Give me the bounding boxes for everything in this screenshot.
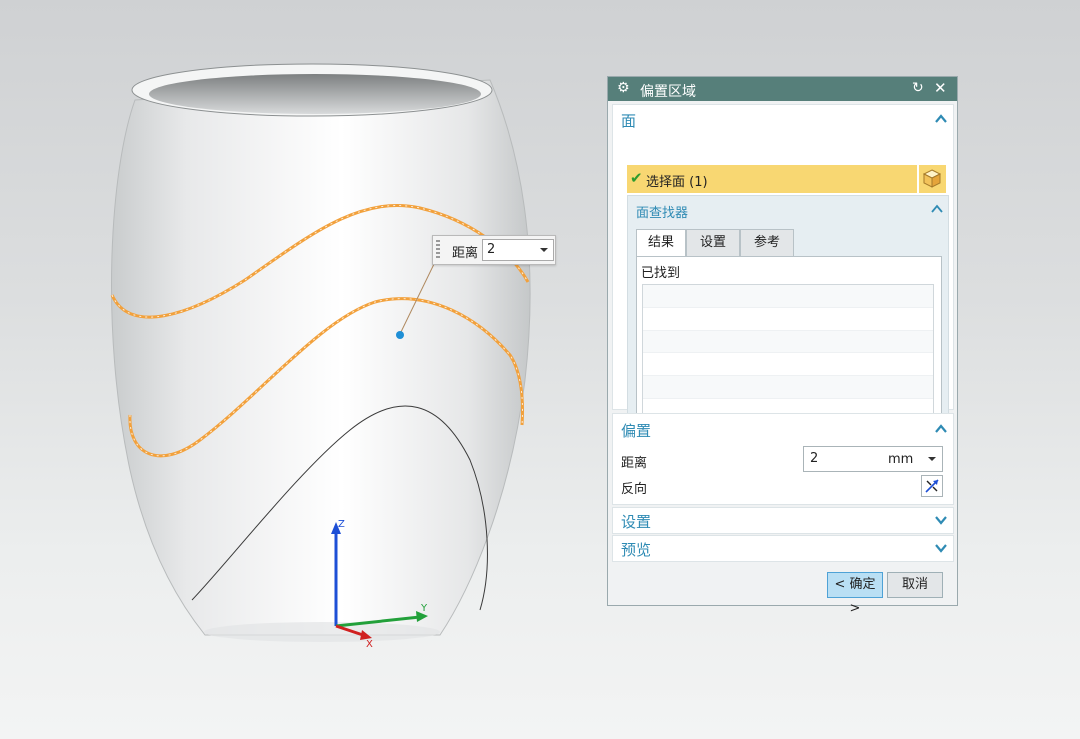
reset-icon[interactable]: ↻: [912, 80, 924, 96]
face-selector-button[interactable]: [919, 165, 946, 193]
offset-region-dialog: ⚙ 偏置区域 ↻ ✕ 面 ✔ 选择面 (1) 面查找器 结果 设置 参考 已找到: [607, 76, 958, 616]
distance-field[interactable]: 2 mm: [803, 446, 943, 472]
distance-value: 2: [810, 451, 819, 466]
distance-label: 距离: [621, 456, 648, 471]
triad-z-label: Z: [338, 519, 345, 530]
distance-unit: mm: [888, 452, 914, 467]
gear-icon[interactable]: ⚙: [617, 80, 630, 96]
preview-section-title: 预览: [621, 541, 652, 559]
chevron-up-icon[interactable]: [935, 113, 947, 125]
chevron-down-icon[interactable]: [935, 514, 947, 526]
floating-distance-label: 距离: [452, 246, 479, 261]
triad-x-label: X: [366, 639, 373, 650]
ok-button[interactable]: < 确定 >: [827, 572, 883, 616]
dialog-title: 偏置区域: [640, 84, 696, 100]
offset-handle[interactable]: [396, 331, 404, 339]
found-faces-list[interactable]: [642, 284, 934, 422]
dialog-titlebar[interactable]: ⚙ 偏置区域 ↻ ✕: [608, 77, 957, 101]
chevron-down-icon[interactable]: [540, 248, 548, 252]
select-face-label: 选择面 (1): [646, 175, 708, 190]
triad-y-label: Y: [420, 603, 428, 614]
select-face-row[interactable]: ✔ 选择面 (1): [627, 165, 917, 193]
drag-grip-icon[interactable]: [436, 240, 440, 260]
chevron-down-icon[interactable]: [935, 542, 947, 554]
chevron-up-icon[interactable]: [935, 423, 947, 435]
results-tab-panel: 已找到: [636, 256, 942, 422]
preview-section[interactable]: 预览: [612, 535, 954, 562]
vase-model[interactable]: [110, 63, 531, 642]
face-finder-group: 面查找器 结果 设置 参考 已找到: [627, 195, 949, 430]
settings-section[interactable]: 设置: [612, 507, 954, 534]
cube-icon: [922, 169, 942, 188]
check-icon: ✔: [630, 169, 643, 187]
settings-section-title: 设置: [621, 513, 652, 531]
chevron-down-icon[interactable]: [928, 457, 936, 461]
floating-distance-field[interactable]: 2: [482, 239, 554, 261]
cancel-button[interactable]: 取消: [887, 572, 943, 598]
tab-settings[interactable]: 设置: [686, 229, 740, 257]
tab-reference[interactable]: 参考: [740, 229, 794, 257]
reverse-direction-button[interactable]: [921, 475, 943, 497]
face-section: 面 ✔ 选择面 (1) 面查找器 结果 设置 参考 已找到: [612, 104, 954, 430]
tab-results[interactable]: 结果: [636, 229, 686, 257]
face-section-title[interactable]: 面: [621, 110, 636, 131]
chevron-up-icon[interactable]: [931, 203, 943, 215]
reverse-direction-icon: [925, 479, 939, 493]
reverse-label: 反向: [621, 482, 648, 497]
floating-distance-input[interactable]: 距离 2: [432, 235, 556, 265]
offset-section-title[interactable]: 偏置: [621, 420, 651, 441]
floating-distance-value: 2: [487, 242, 496, 257]
found-label: 已找到: [641, 266, 681, 281]
close-icon[interactable]: ✕: [934, 79, 947, 97]
face-finder-title[interactable]: 面查找器: [636, 202, 688, 221]
